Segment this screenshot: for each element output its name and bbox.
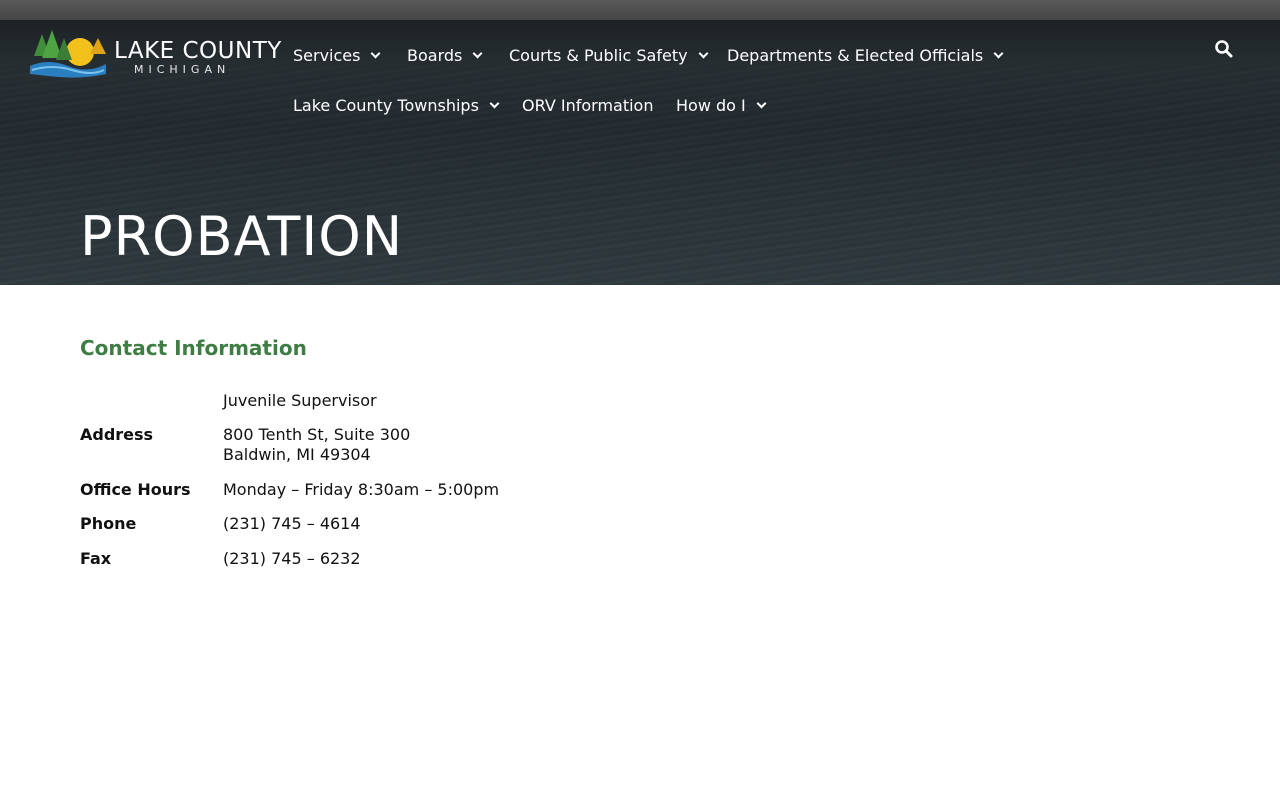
nav-courts-public-safety[interactable]: Courts & Public Safety [509,43,709,67]
nav-how-do-i[interactable]: How do I [676,93,767,117]
chevron-down-icon [698,48,709,58]
site-logo[interactable]: LAKE COUNTY MICHIGAN [28,30,281,80]
search-button[interactable] [1214,39,1234,59]
nav-label: How do I [676,95,746,115]
nav-services[interactable]: Services [293,43,381,67]
office-hours-value: Monday – Friday 8:30am – 5:00pm [223,480,500,499]
address-line-1: 800 Tenth St, Suite 300 [223,425,411,444]
search-icon [1215,40,1233,58]
lake-county-logo-icon [30,30,106,78]
page-title: PROBATION [80,205,404,268]
nav-boards[interactable]: Boards [407,43,483,67]
contact-section-title: Contact Information [80,336,307,360]
nav-label: ORV Information [522,95,654,115]
chevron-down-icon [472,48,483,58]
fax-value: (231) 745 – 6232 [223,549,361,568]
chevron-down-icon [489,98,500,108]
office-hours-label: Office Hours [80,480,191,499]
nav-label: Boards [407,45,463,65]
nav-orv-information[interactable]: ORV Information [522,93,653,117]
logo-name: LAKE COUNTY [114,38,282,64]
nav-label: Courts & Public Safety [509,45,688,65]
fax-label: Fax [80,549,112,568]
chevron-down-icon [993,48,1004,58]
address-line-2: Baldwin, MI 49304 [223,445,371,464]
hero-banner: LAKE COUNTY MICHIGAN Services Boards Cou… [0,20,1280,285]
nav-lake-county-townships[interactable]: Lake County Townships [293,93,500,117]
phone-value[interactable]: (231) 745 – 4614 [223,514,361,534]
nav-departments-elected-officials[interactable]: Departments & Elected Officials [727,43,1004,67]
nav-label: Services [293,45,361,65]
nav-label: Lake County Townships [293,95,479,115]
chevron-down-icon [756,98,767,108]
logo-subtitle: MICHIGAN [134,63,231,76]
chevron-down-icon [371,48,381,58]
nav-label: Departments & Elected Officials [727,45,984,65]
address-label: Address [80,425,154,444]
phone-label: Phone [80,514,137,533]
address-value: 800 Tenth St, Suite 300 Baldwin, MI 4930… [223,425,410,465]
contact-role: Juvenile Supervisor [223,391,377,410]
top-bar [0,0,1280,20]
